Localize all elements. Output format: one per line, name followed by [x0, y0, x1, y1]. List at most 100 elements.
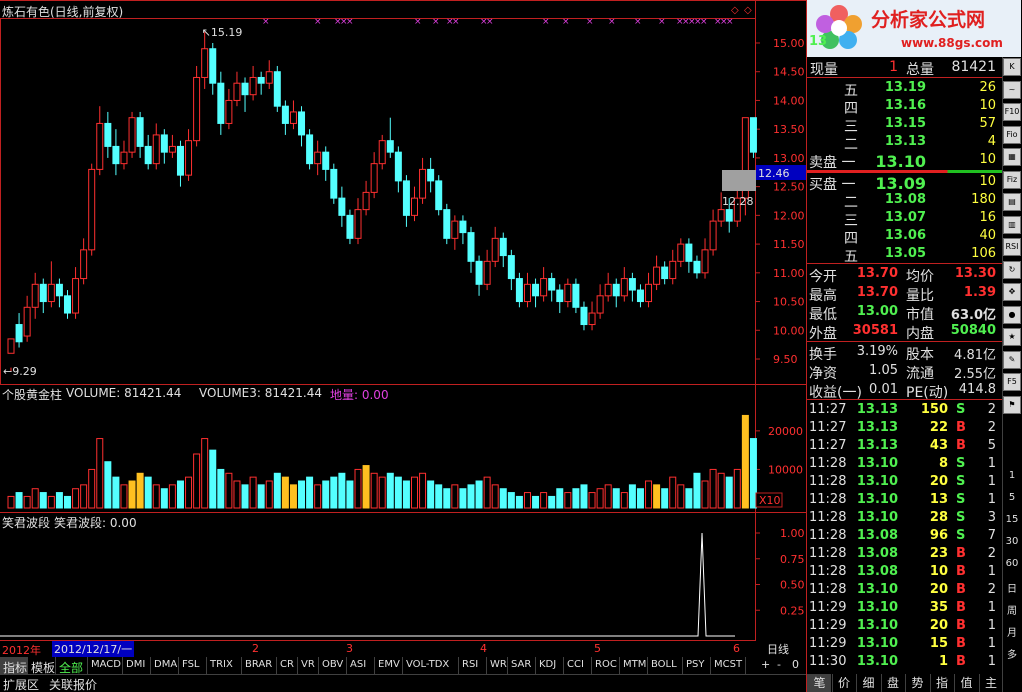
volume-bar: [144, 476, 152, 509]
candle-body: [435, 180, 443, 211]
toolbar-tab-24[interactable]: MCST: [711, 657, 746, 674]
fio-icon[interactable]: Fio: [1003, 125, 1021, 144]
candle-body: [209, 48, 217, 84]
toolbar-tab-6[interactable]: FSL: [179, 657, 207, 674]
period-shortcut-15[interactable]: 15: [1003, 514, 1021, 525]
price-tick-label: 9.50: [773, 353, 798, 366]
quote-tab-0[interactable]: 笔: [807, 674, 831, 692]
volume-bar: [475, 480, 483, 509]
toolbar-tab-0[interactable]: 指标: [0, 657, 28, 675]
quote-tab-7[interactable]: 主: [978, 674, 1003, 692]
zoom-in-button[interactable]: +: [761, 658, 770, 671]
quote-tab-6[interactable]: 值: [954, 674, 978, 692]
grid-icon[interactable]: ▦: [1003, 148, 1021, 166]
quote-tab-1[interactable]: 价: [831, 674, 856, 692]
trend-icon[interactable]: ~: [1003, 80, 1021, 99]
zoom-reset-button[interactable]: 0: [792, 658, 799, 671]
chart-icon[interactable]: ▥: [1003, 215, 1021, 234]
period-shortcut-月[interactable]: 月: [1003, 624, 1021, 639]
extension-tab[interactable]: 扩展区: [3, 676, 39, 692]
flag-icon[interactable]: ⚑: [1003, 395, 1021, 414]
period-shortcut-多[interactable]: 多: [1003, 646, 1021, 661]
toolbar-tab-18[interactable]: KDJ: [536, 657, 564, 674]
tick-row-9: 11:28 13.08 10 B 1: [809, 564, 996, 579]
period-shortcut-周[interactable]: 周: [1003, 602, 1021, 617]
volume-bar: [152, 484, 160, 509]
quote-tab-4[interactable]: 势: [905, 674, 929, 692]
candle-body: [386, 140, 394, 153]
toolbar-tab-11[interactable]: OBV: [319, 657, 347, 674]
candle-body: [443, 209, 451, 239]
candle-body: [31, 283, 39, 308]
candle-body: [120, 151, 128, 165]
toolbar-tab-21[interactable]: MTM: [620, 657, 648, 674]
signal-diamond: ◇: [731, 5, 739, 16]
price-panel-frame: [0, 18, 756, 385]
related-quotes-tab[interactable]: 关联报价: [49, 676, 97, 692]
toolbar-tab-2[interactable]: 全部: [56, 657, 88, 675]
toolbar-tab-22[interactable]: BOLL: [648, 657, 683, 674]
toolbar-tab-12[interactable]: ASI: [347, 657, 375, 674]
period-label[interactable]: 日线: [757, 640, 806, 657]
candle-body: [193, 76, 201, 142]
f10-icon[interactable]: F10: [1003, 103, 1021, 121]
volume-bar: [346, 480, 354, 509]
volume-bar: [55, 492, 63, 509]
k-line-icon[interactable]: K: [1003, 58, 1021, 76]
candle-body: [354, 209, 362, 239]
toolbar-tab-23[interactable]: PSY: [683, 657, 711, 674]
date-cursor-label: 2012/12/17/一: [52, 641, 135, 657]
candle-body: [628, 278, 636, 291]
volume-bar: [677, 484, 685, 509]
volume-bar: [556, 488, 564, 509]
toolbar-tab-5[interactable]: DMA: [151, 657, 179, 674]
star-icon[interactable]: ★: [1003, 328, 1021, 346]
quote-tab-3[interactable]: 盘: [880, 674, 905, 692]
toolbar-tab-1[interactable]: 模板: [28, 657, 56, 675]
toolbar-tab-15[interactable]: RSI: [459, 657, 487, 674]
toolbar-tab-17[interactable]: SAR: [508, 657, 536, 674]
toolbar-tab-14[interactable]: VOL-TDX: [403, 657, 459, 674]
zoom-out-button[interactable]: -: [777, 658, 781, 671]
toolbar-tab-16[interactable]: WR: [487, 657, 508, 674]
period-shortcut-日[interactable]: 日: [1003, 580, 1021, 595]
signal-marker: ×: [486, 17, 494, 27]
table-icon[interactable]: ▤: [1003, 193, 1021, 211]
volume3-label: VOLUME3: 81421.44: [199, 386, 322, 400]
volume-bar: [7, 495, 15, 509]
toolbar-tab-7[interactable]: TRIX: [207, 657, 242, 674]
period-shortcut-30[interactable]: 30: [1003, 536, 1021, 547]
toolbar-tab-3[interactable]: MACD: [88, 657, 123, 674]
volume-bar: [483, 476, 491, 509]
volume-bar: [701, 480, 709, 509]
volume-bar: [96, 438, 104, 509]
chart-canvas[interactable]: 15.00 14.50 14.00 13.50 13.00 12.50 12.00 11.50…: [0, 0, 806, 674]
arrows-icon[interactable]: ✥: [1003, 283, 1021, 301]
toolbar-tab-4[interactable]: DMI: [123, 657, 151, 674]
refresh-icon[interactable]: ↻: [1003, 260, 1021, 279]
toolbar-tab-19[interactable]: CCI: [564, 657, 592, 674]
period-shortcut-1[interactable]: 1: [1003, 470, 1021, 481]
volume-bar: [306, 476, 314, 509]
toolbar-tab-10[interactable]: VR: [298, 657, 319, 674]
rsi-icon[interactable]: RSI: [1003, 238, 1021, 256]
toolbar-tab-13[interactable]: EMV: [375, 657, 403, 674]
pencil-icon[interactable]: ✎: [1003, 350, 1021, 369]
period-shortcut-60[interactable]: 60: [1003, 558, 1021, 569]
quote-tab-5[interactable]: 指: [929, 674, 954, 692]
toolbar-tab-9[interactable]: CR: [277, 657, 298, 674]
ask-level-3: 二 13.13 4: [844, 134, 996, 153]
fundamental-row-0: 换手 3.19% 股本 4.81亿: [809, 344, 996, 363]
indicator-tick-label: 0.50: [780, 579, 805, 592]
quote-tab-2[interactable]: 细: [856, 674, 880, 692]
fiz-icon[interactable]: Fiz: [1003, 170, 1021, 189]
toolbar-tab-20[interactable]: ROC: [592, 657, 620, 674]
f5-icon[interactable]: F5: [1003, 373, 1021, 391]
toolbar-tab-8[interactable]: BRAR: [242, 657, 277, 674]
indicator-panel-title: 笑君波段: [2, 516, 51, 530]
candle-body: [548, 278, 556, 291]
tick-row-2: 11:27 13.13 43 B 5: [809, 438, 996, 453]
period-shortcut-5[interactable]: 5: [1003, 492, 1021, 503]
dot-icon[interactable]: ●: [1003, 305, 1021, 324]
candle-body: [572, 283, 580, 308]
